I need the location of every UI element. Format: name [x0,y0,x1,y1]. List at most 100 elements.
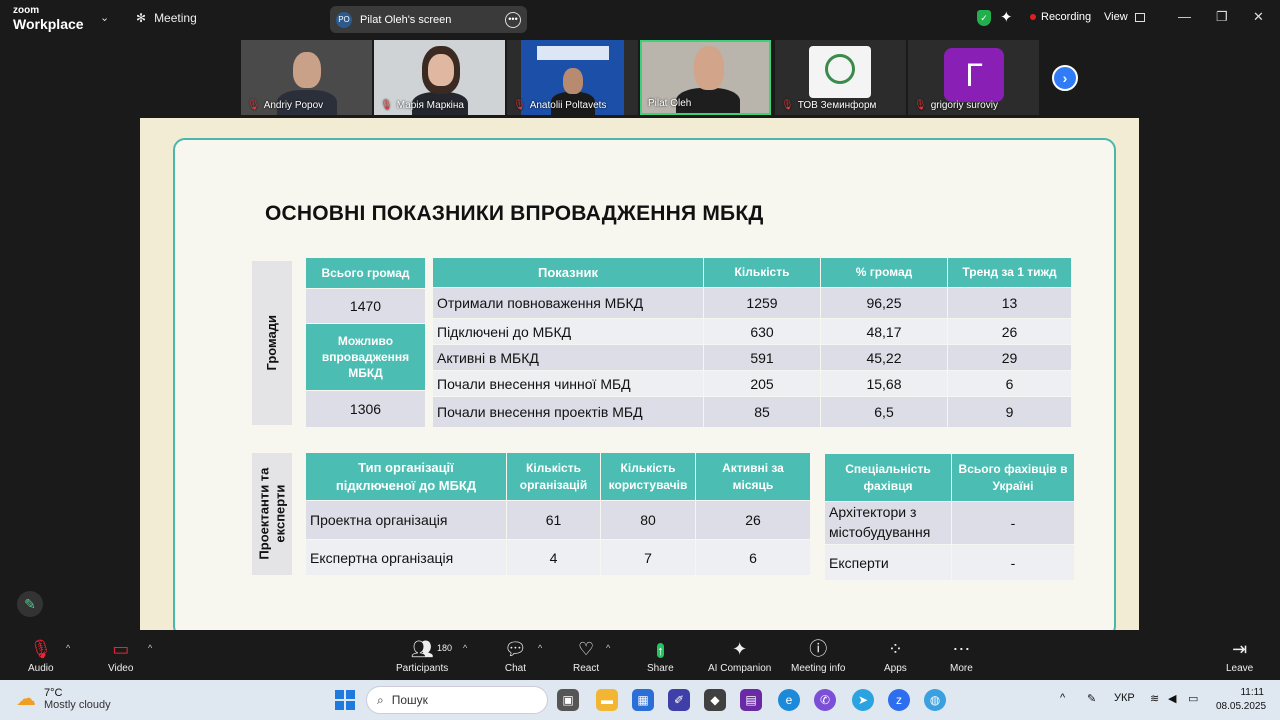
close-icon[interactable]: ✕ [1253,9,1264,25]
apps-button[interactable]: ⁘ Apps [884,638,907,674]
grid-view-icon [1134,12,1145,22]
recording-indicator[interactable]: Recording [1030,11,1091,23]
participant-tile[interactable]: Г 🎙︎ grigoriy suroviy [908,40,1039,115]
table-cell: 80 [601,501,695,539]
shared-screen: ОСНОВНІ ПОКАЗНИКИ ВПРОВАДЖЕННЯ МБКД Гром… [140,118,1139,630]
battery-icon[interactable]: ▭ [1188,692,1198,705]
viber-icon[interactable]: ✆ [814,689,836,711]
leave-icon: ⇥ [1232,639,1248,659]
participant-tile[interactable]: 🎙︎ ТОВ Земинформ [775,40,906,115]
participant-name: 🎙︎ ТОВ Земинформ [781,100,877,111]
slide: ОСНОВНІ ПОКАЗНИКИ ВПРОВАДЖЕННЯ МБКД Гром… [173,138,1116,630]
language-indicator[interactable]: УКР [1114,692,1135,704]
table-cell: Експерти [825,545,951,580]
audio-button[interactable]: 🎙︎ Audio [28,638,54,674]
volume-icon[interactable]: ◀︎ [1168,692,1176,705]
table-cell: 96,25 [821,288,947,318]
participant-tile[interactable]: 🎙︎ Anatolii Poltavets [507,40,638,115]
audio-options-caret[interactable]: ^ [66,643,70,653]
task-view-icon[interactable]: ▣ [557,689,579,711]
table-cell: 9 [948,397,1071,427]
ai-sparkle-icon: ✦ [732,639,748,659]
weather-widget[interactable]: ☁ 7°C Mostly cloudy [16,686,111,711]
table-cell: 26 [948,319,1071,344]
screen-share-indicator[interactable]: PO Pilat Oleh's screen ••• [330,6,527,33]
participant-tile[interactable]: 🎙︎ Andriy Popov [241,40,372,115]
video-options-caret[interactable]: ^ [148,643,152,653]
save-app-icon[interactable]: ▤ [740,689,762,711]
cube-app-icon[interactable]: ◆ [704,689,726,711]
more-options-icon[interactable]: ••• [505,11,521,28]
table-cell: 7 [601,540,695,575]
taskbar-search[interactable]: ⌕ Пошук [366,686,548,714]
logo-workplace: Workplace [13,16,84,32]
possible-header: Можливо впровадження МБКД [306,324,425,390]
meeting-info-label: Meeting info [791,663,846,674]
meeting-tab[interactable]: ✻ Meeting [136,11,197,25]
ai-sparkle-icon[interactable]: ✦ [1000,8,1013,26]
chevron-down-icon[interactable]: ⌄ [100,11,109,24]
react-options-caret[interactable]: ^ [606,643,610,653]
globe-app-icon[interactable]: ◍ [924,689,946,711]
zoom-app-icon[interactable]: z [888,689,910,711]
view-button[interactable]: View [1104,11,1145,23]
clock-time: 11:11 [1240,687,1264,698]
windows-start-icon[interactable] [335,690,355,710]
security-shield-icon[interactable]: ✓ [977,10,991,26]
table-cell: 6,5 [821,397,947,427]
more-label: More [950,663,973,674]
minimize-icon[interactable]: — [1178,9,1191,24]
chat-button[interactable]: 💬︎ Chat [504,638,527,674]
pen-tray-icon[interactable]: ✎ [1087,692,1096,705]
chat-label: Chat [504,663,526,674]
annotate-pencil-icon[interactable]: ✎ [17,591,43,617]
wifi-icon[interactable]: ≋ [1150,692,1159,705]
total-header: Всього громад [306,258,425,288]
paw-icon: ✻ [136,11,147,25]
ai-companion-button[interactable]: ✦ AI Companion [708,638,771,674]
store-icon[interactable]: ▦ [632,689,654,711]
tray-overflow-icon[interactable]: ^ [1060,692,1065,704]
participants-options-caret[interactable]: ^ [463,643,467,653]
table-header: Кількість [704,258,820,287]
participants-count: 180 [437,643,453,653]
participant-tile[interactable]: 🎙︎ Марія Маркіна [374,40,505,115]
video-button[interactable]: ▭ Video [108,638,133,674]
system-clock[interactable]: 11:11 08.05.2025 [1216,686,1266,714]
participant-name: Pilat Oleh [648,98,692,109]
table-cell: Проектна організація [306,501,506,539]
total-value: 1470 [306,289,425,323]
table-header: Активні за місяць [696,453,810,500]
table-cell: Активні в МБКД [433,345,703,370]
next-page-button[interactable]: › [1052,65,1078,91]
search-icon: ⌕ [377,692,384,707]
share-button[interactable]: ↑ Share [647,638,674,674]
section-label-designers: Проектанти та експерти [252,453,292,575]
more-button[interactable]: ⋯ More [950,638,973,674]
ai-companion-label: AI Companion [708,663,772,674]
telegram-icon[interactable]: ➤ [852,689,874,711]
table-cell: Архітектори з містобудування [825,502,951,544]
heart-react-icon: ♡ [577,639,595,659]
table-header: Всього фахівців в Україні [952,454,1074,501]
react-button[interactable]: ♡ React [573,638,599,674]
meeting-info-button[interactable]: ⓘ Meeting info [791,638,845,674]
leave-button[interactable]: ⇥ Leave [1226,638,1253,674]
table-cell: - [952,545,1074,580]
zoom-logo[interactable]: zoom Workplace [13,6,84,32]
chevron-right-icon: › [1062,70,1068,86]
share-label: Share [647,663,674,674]
temperature: 7°C [44,686,63,699]
file-explorer-icon[interactable]: ▬ [596,689,618,711]
meeting-tab-label: Meeting [154,11,197,25]
table-cell: 15,68 [821,371,947,396]
participant-name: 🎙︎ grigoriy suroviy [914,100,998,111]
chat-options-caret[interactable]: ^ [538,643,542,653]
participant-tile-active[interactable]: Pilat Oleh [640,40,771,115]
pen-app-icon[interactable]: ✐ [668,689,690,711]
mic-muted-icon: 🎙︎ [513,100,526,111]
maximize-icon[interactable]: ❐ [1216,9,1228,25]
participant-name: 🎙︎ Andriy Popov [247,100,324,111]
table-header: Показник [433,258,703,287]
edge-browser-icon[interactable]: e [778,689,800,711]
